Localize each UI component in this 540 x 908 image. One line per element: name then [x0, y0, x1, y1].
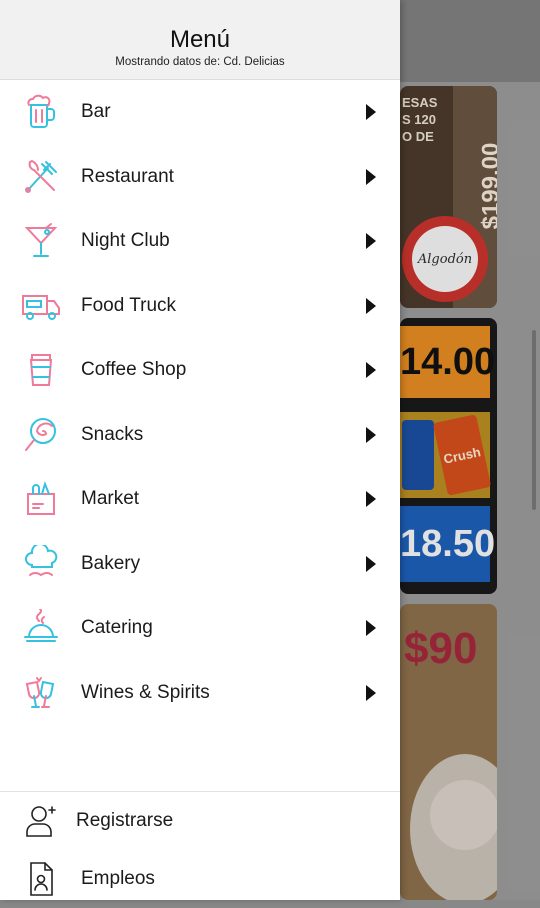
drawer-scrim[interactable] [400, 0, 540, 900]
menu-item-label: Food Truck [81, 294, 177, 316]
menu-item-label: Bar [81, 101, 111, 123]
menu-item-label: Snacks [81, 423, 144, 445]
wine-glasses-icon [20, 672, 62, 714]
user-add-icon [22, 802, 60, 840]
menu-item-bakery[interactable]: Bakery [0, 532, 400, 597]
navigation-drawer: Menú Mostrando datos de: Cd. Delicias Ba… [0, 0, 400, 900]
beer-mug-icon [20, 91, 62, 133]
menu-item-coffee-shop[interactable]: Coffee Shop [0, 338, 400, 403]
lollipop-icon [20, 414, 62, 456]
menu-item-snacks[interactable]: Snacks [0, 403, 400, 468]
menu-item-bar[interactable]: Bar [0, 80, 400, 145]
chevron-right-icon [366, 555, 376, 572]
drawer-subtitle: Mostrando datos de: Cd. Delicias [115, 56, 285, 68]
jobs-label: Empleos [81, 868, 155, 889]
food-truck-icon [20, 285, 62, 327]
fork-knife-icon [20, 156, 62, 198]
drawer-header: Menú Mostrando datos de: Cd. Delicias [0, 0, 400, 80]
menu-item-label: Restaurant [81, 165, 174, 187]
coffee-cup-icon [20, 349, 62, 391]
chevron-right-icon [366, 297, 376, 314]
chevron-right-icon [366, 104, 376, 121]
category-menu: Bar Restaurant Night Club Food Truck Cof… [0, 80, 400, 725]
grocery-bag-icon [20, 478, 62, 520]
chevron-right-icon [366, 426, 376, 443]
jobs-link[interactable]: Empleos [0, 850, 400, 908]
serving-cloche-icon [20, 607, 62, 649]
menu-item-market[interactable]: Market [0, 467, 400, 532]
chevron-right-icon [366, 684, 376, 701]
chevron-right-icon [366, 620, 376, 637]
drawer-title: Menú [169, 26, 231, 53]
menu-item-label: Night Club [81, 230, 170, 252]
chevron-right-icon [366, 168, 376, 185]
menu-item-night-club[interactable]: Night Club [0, 209, 400, 274]
cocktail-glass-icon [20, 220, 62, 262]
menu-item-restaurant[interactable]: Restaurant [0, 145, 400, 210]
chevron-right-icon [366, 362, 376, 379]
menu-item-label: Coffee Shop [81, 359, 187, 381]
chevron-right-icon [366, 491, 376, 508]
drawer-footer: Registrarse Empleos [0, 791, 400, 908]
id-badge-icon [22, 860, 60, 898]
register-label: Registrarse [76, 810, 174, 831]
menu-item-food-truck[interactable]: Food Truck [0, 274, 400, 339]
menu-item-wines-spirits[interactable]: Wines & Spirits [0, 661, 400, 726]
menu-item-label: Catering [81, 617, 153, 639]
chevron-right-icon [366, 233, 376, 250]
menu-item-label: Bakery [81, 552, 141, 574]
chef-hat-icon [20, 543, 62, 585]
menu-item-label: Wines & Spirits [81, 681, 210, 703]
register-link[interactable]: Registrarse [0, 792, 400, 850]
menu-item-catering[interactable]: Catering [0, 596, 400, 661]
menu-item-label: Market [81, 488, 140, 510]
